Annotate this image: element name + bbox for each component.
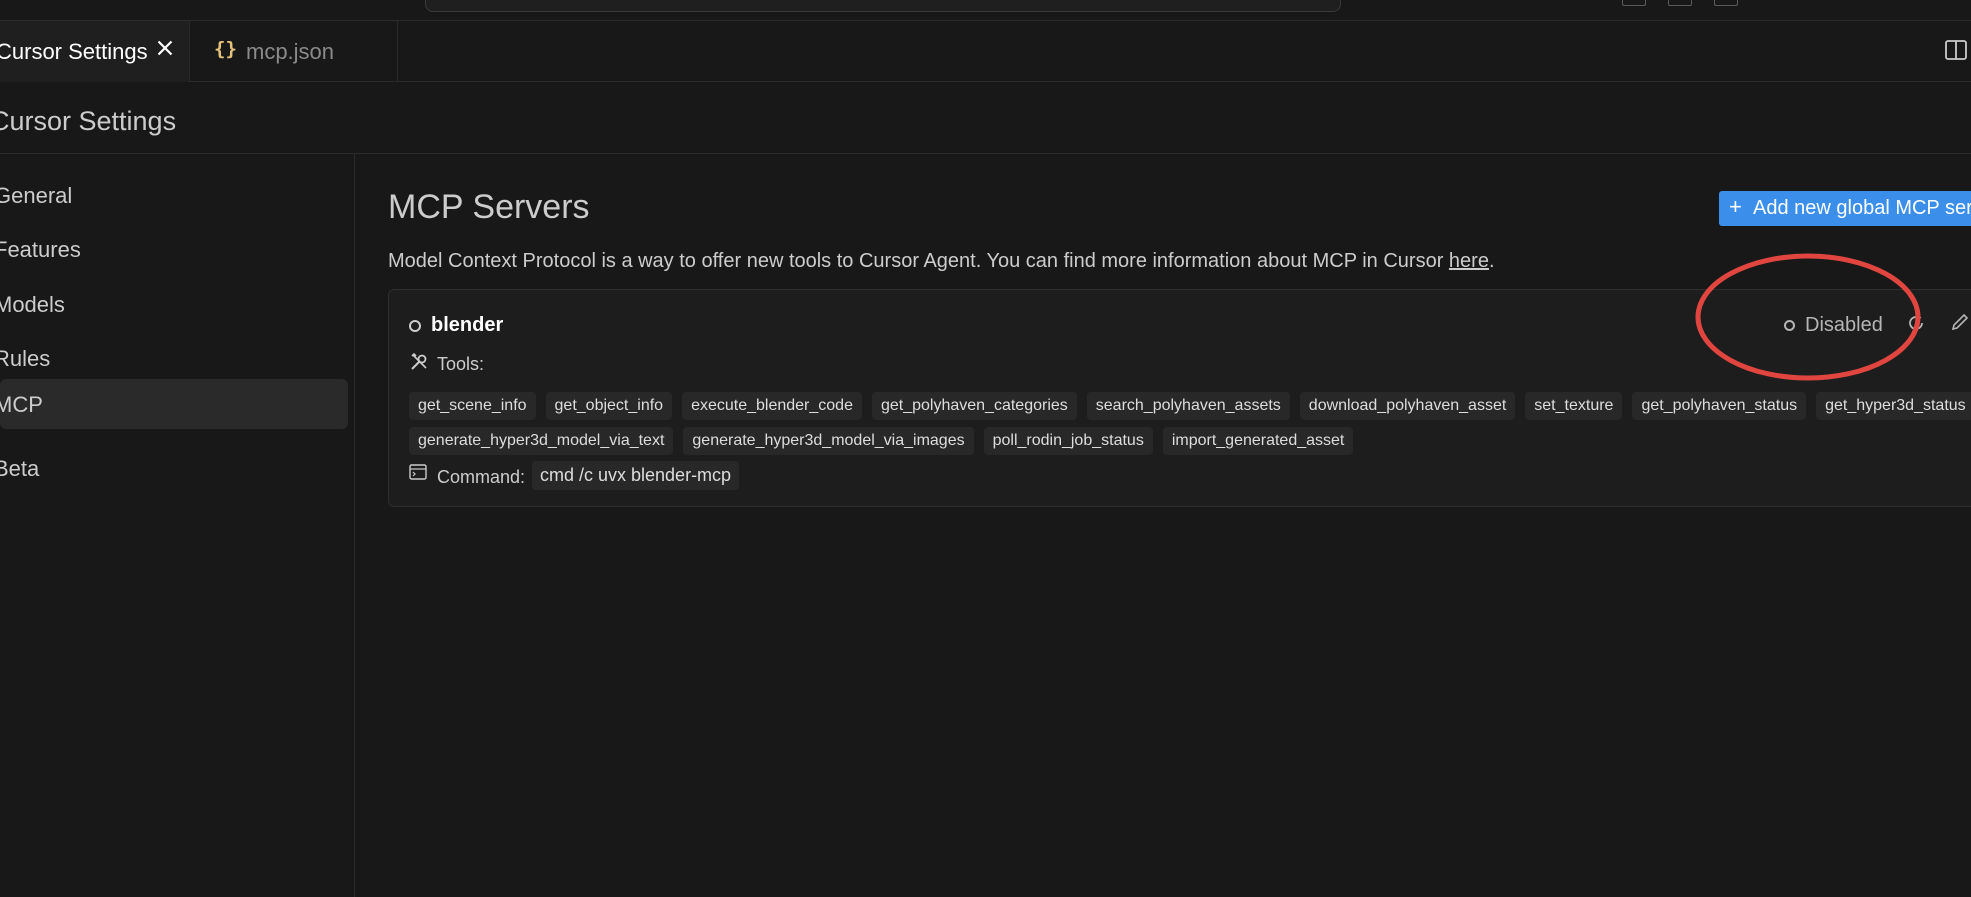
json-file-icon: {}: [214, 38, 237, 60]
tools-list: generate_hyper3d_model_via_text generate…: [409, 427, 1354, 455]
tools-list: get_scene_info get_object_info execute_b…: [409, 392, 1971, 420]
tool-chip: get_polyhaven_status: [1632, 392, 1807, 420]
layout-toggle-icon[interactable]: [1668, 0, 1692, 6]
command-value: cmd /c uvx blender-mcp: [532, 461, 740, 490]
sidebar-item-label: Beta: [0, 456, 40, 481]
button-label: Add new global MCP server: [1753, 197, 1971, 219]
terminal-icon: [409, 464, 427, 480]
tools-icon: [411, 352, 427, 370]
sidebar-item-label: General: [0, 183, 73, 208]
tools-label: Tools:: [437, 354, 485, 374]
tool-chip: get_polyhaven_categories: [871, 392, 1077, 420]
command-label: Command:: [437, 467, 526, 487]
layout-toggle-icon[interactable]: [1622, 0, 1646, 6]
tool-chip: download_polyhaven_asset: [1299, 392, 1516, 420]
tool-chip: import_generated_asset: [1162, 427, 1354, 455]
tool-chip: get_object_info: [545, 392, 673, 420]
tab-label: Cursor Settings: [0, 39, 148, 64]
settings-header: Cursor Settings: [0, 82, 1971, 154]
server-name: blender: [431, 314, 504, 336]
section-description: Model Context Protocol is a way to offer…: [388, 250, 1495, 273]
tool-chip: generate_hyper3d_model_via_images: [683, 427, 974, 455]
sidebar-item-label: Features: [0, 237, 81, 262]
tool-chip: execute_blender_code: [682, 392, 862, 420]
tool-chip: generate_hyper3d_model_via_text: [409, 427, 674, 455]
tab-cursor-settings[interactable]: Cursor Settings: [0, 21, 190, 82]
tool-chip: poll_rodin_job_status: [983, 427, 1153, 455]
sidebar-item-general[interactable]: General: [0, 170, 348, 220]
description-end: .: [1488, 250, 1495, 272]
command-center[interactable]: [425, 0, 1341, 12]
tool-chip: get_scene_info: [409, 392, 536, 420]
close-icon[interactable]: [152, 35, 178, 61]
layout-toggle-icon[interactable]: [1714, 0, 1738, 6]
tab-mcp-json[interactable]: {} mcp.json: [190, 21, 398, 82]
page-title: Cursor Settings: [0, 106, 177, 136]
add-global-mcp-server-button[interactable]: + Add new global MCP server: [1719, 191, 1971, 226]
tab-label: mcp.json: [246, 39, 335, 64]
sidebar-item-label: MCP: [0, 392, 43, 417]
status-dot-icon: [409, 320, 421, 332]
help-link[interactable]: here: [1449, 250, 1489, 272]
description-text: Model Context Protocol is a way to offer…: [388, 250, 1449, 272]
tool-chip: set_texture: [1525, 392, 1623, 420]
sidebar-item-features[interactable]: Features: [0, 224, 348, 274]
plus-icon: +: [1729, 194, 1742, 219]
sidebar-item-mcp[interactable]: MCP: [0, 379, 348, 429]
pencil-icon[interactable]: [1950, 312, 1970, 332]
split-editor-icon[interactable]: [1944, 38, 1968, 62]
tool-chip: search_polyhaven_assets: [1086, 392, 1290, 420]
sidebar-item-label: Models: [0, 292, 65, 317]
sidebar-item-beta[interactable]: Beta: [0, 443, 348, 493]
sidebar-item-rules[interactable]: Rules: [0, 333, 348, 383]
annotation-circle: [1695, 253, 1921, 381]
editor-tab-bar: Cursor Settings {} mcp.json: [0, 21, 1971, 82]
settings-sidebar: General Features Models Rules MCP Beta: [0, 154, 355, 897]
title-bar: [0, 0, 1971, 21]
section-title: MCP Servers: [388, 188, 590, 226]
tool-chip: get_hyper3d_status: [1816, 392, 1971, 420]
sidebar-item-label: Rules: [0, 346, 51, 371]
sidebar-item-models[interactable]: Models: [0, 279, 348, 329]
